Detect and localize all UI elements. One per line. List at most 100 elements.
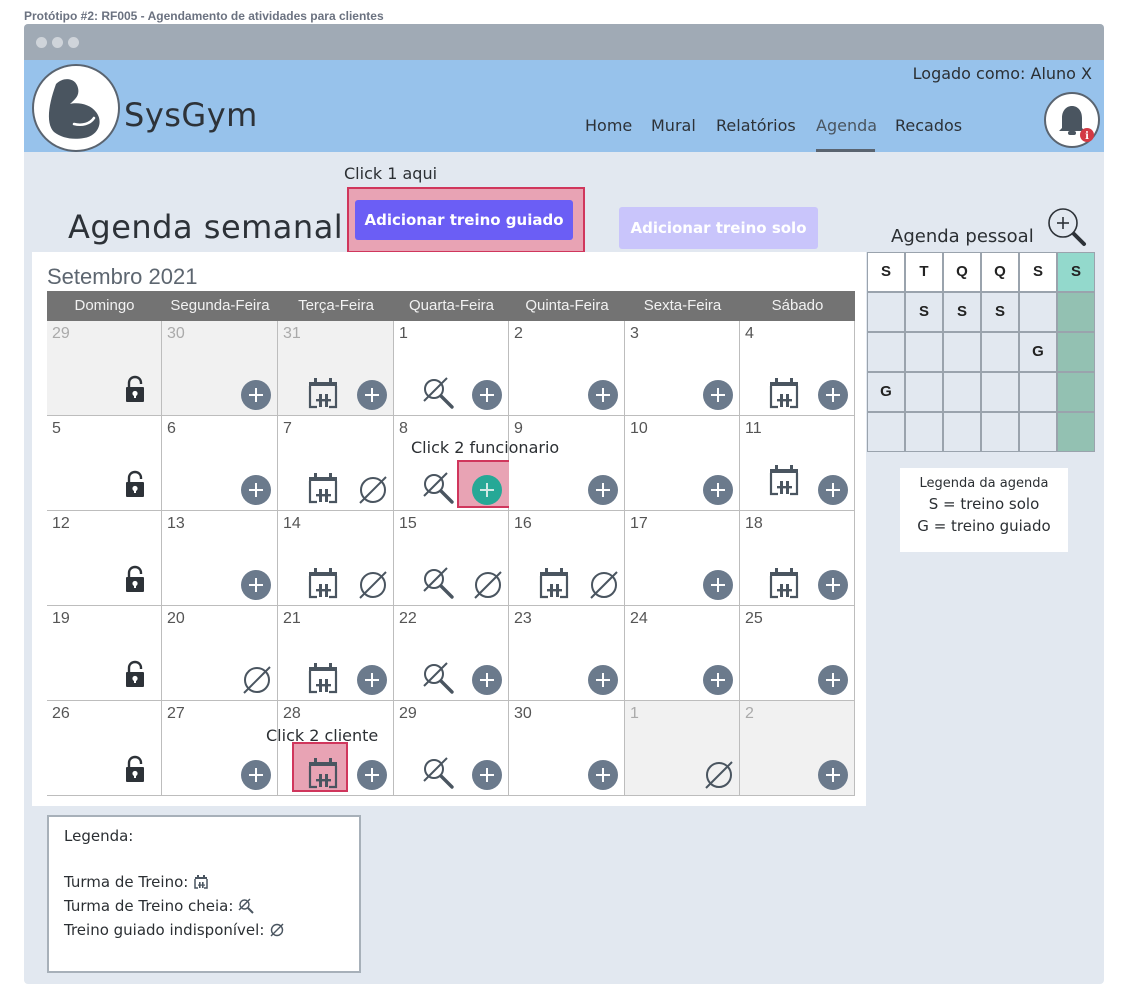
add-icon[interactable] xyxy=(817,664,849,700)
personal-agenda-cell[interactable]: S xyxy=(905,292,943,332)
add-icon[interactable] xyxy=(240,569,272,605)
calendar-barbell-icon[interactable] xyxy=(306,471,340,509)
add-icon[interactable] xyxy=(702,474,734,510)
calendar-day-cell[interactable]: 11 xyxy=(740,416,855,511)
personal-agenda-cell[interactable] xyxy=(1057,292,1095,332)
add-icon[interactable] xyxy=(587,379,619,415)
calendar-barbell-icon[interactable] xyxy=(306,566,340,604)
calendar-day-cell[interactable]: 10 xyxy=(625,416,740,511)
calendar-day-cell[interactable]: 14 xyxy=(278,511,394,606)
personal-agenda-cell[interactable] xyxy=(981,372,1019,412)
add-icon[interactable] xyxy=(702,569,734,605)
calendar-day-cell[interactable]: 15 xyxy=(394,511,509,606)
personal-agenda-cell[interactable] xyxy=(1057,412,1095,452)
personal-agenda-cell[interactable]: S xyxy=(943,292,981,332)
calendar-day-cell[interactable]: 20 xyxy=(162,606,278,701)
window-dot-3[interactable] xyxy=(68,37,79,48)
add-solo-training-button[interactable]: Adicionar treino solo xyxy=(619,207,818,249)
calendar-day-cell[interactable]: 4 xyxy=(740,321,855,416)
personal-agenda-cell[interactable] xyxy=(905,372,943,412)
add-icon[interactable] xyxy=(702,664,734,700)
personal-agenda-cell[interactable] xyxy=(867,332,905,372)
calendar-day-cell[interactable]: 18 xyxy=(740,511,855,606)
add-guided-training-button[interactable]: Adicionar treino guiado xyxy=(355,200,573,240)
add-icon[interactable] xyxy=(240,759,272,795)
calendar-day-cell[interactable]: 1 xyxy=(625,701,740,796)
add-icon[interactable] xyxy=(356,759,388,795)
add-icon[interactable] xyxy=(587,759,619,795)
calendar-day-cell[interactable]: 29 xyxy=(47,321,162,416)
add-icon[interactable] xyxy=(817,759,849,795)
calendar-barbell-icon[interactable] xyxy=(767,376,801,414)
calendar-day-cell[interactable]: 23 xyxy=(509,606,625,701)
add-icon[interactable] xyxy=(817,379,849,415)
add-icon[interactable] xyxy=(471,664,503,700)
calendar-day-cell[interactable]: 31 xyxy=(278,321,394,416)
nav-agenda[interactable]: Agenda xyxy=(816,116,877,135)
calendar-day-cell[interactable]: 5 xyxy=(47,416,162,511)
calendar-day-cell[interactable]: 21 xyxy=(278,606,394,701)
personal-agenda-cell[interactable] xyxy=(867,412,905,452)
calendar-day-cell[interactable]: 30 xyxy=(162,321,278,416)
zoom-in-icon[interactable] xyxy=(1044,204,1090,250)
calendar-day-cell[interactable]: 13 xyxy=(162,511,278,606)
calendar-day-cell[interactable]: 8 xyxy=(394,416,511,511)
calendar-day-cell[interactable]: 30 xyxy=(509,701,625,796)
add-icon[interactable] xyxy=(356,379,388,415)
calendar-day-cell[interactable]: 28 xyxy=(278,701,394,796)
personal-agenda-cell[interactable] xyxy=(1019,412,1057,452)
calendar-day-cell[interactable]: 7 xyxy=(278,416,394,511)
personal-agenda-cell[interactable]: S xyxy=(981,292,1019,332)
calendar-day-cell[interactable]: 3 xyxy=(625,321,740,416)
add-icon[interactable] xyxy=(240,474,272,510)
notifications-button[interactable]: i xyxy=(1044,92,1100,148)
calendar-barbell-icon[interactable] xyxy=(537,566,571,604)
calendar-day-cell[interactable]: 22 xyxy=(394,606,509,701)
personal-agenda-cell[interactable] xyxy=(1057,372,1095,412)
calendar-day-cell[interactable]: 16 xyxy=(509,511,625,606)
add-icon[interactable] xyxy=(356,664,388,700)
personal-agenda-cell[interactable] xyxy=(943,372,981,412)
nav-recados[interactable]: Recados xyxy=(895,116,962,135)
add-icon[interactable] xyxy=(587,664,619,700)
calendar-barbell-icon[interactable] xyxy=(767,566,801,604)
add-icon[interactable] xyxy=(702,379,734,415)
calendar-day-cell[interactable]: 27 xyxy=(162,701,278,796)
personal-agenda-cell[interactable] xyxy=(1019,292,1057,332)
calendar-day-cell[interactable]: 17 xyxy=(625,511,740,606)
personal-agenda-cell[interactable] xyxy=(981,412,1019,452)
personal-agenda-cell[interactable] xyxy=(905,332,943,372)
calendar-day-cell[interactable]: 6 xyxy=(162,416,278,511)
personal-agenda-cell[interactable] xyxy=(1019,372,1057,412)
calendar-day-cell[interactable]: 1 xyxy=(394,321,509,416)
add-icon[interactable] xyxy=(471,474,503,510)
calendar-day-cell[interactable]: 9 xyxy=(509,416,625,511)
add-icon[interactable] xyxy=(471,379,503,415)
personal-agenda-cell[interactable]: G xyxy=(867,372,905,412)
nav-mural[interactable]: Mural xyxy=(651,116,696,135)
calendar-day-cell[interactable]: 29 xyxy=(394,701,509,796)
personal-agenda-cell[interactable] xyxy=(981,332,1019,372)
calendar-day-cell[interactable]: 24 xyxy=(625,606,740,701)
add-icon[interactable] xyxy=(587,474,619,510)
personal-agenda-cell[interactable] xyxy=(943,332,981,372)
calendar-day-cell[interactable]: 2 xyxy=(740,701,855,796)
nav-home[interactable]: Home xyxy=(585,116,632,135)
calendar-barbell-icon[interactable] xyxy=(306,756,340,794)
calendar-day-cell[interactable]: 2 xyxy=(509,321,625,416)
calendar-barbell-icon[interactable] xyxy=(767,463,801,501)
add-icon[interactable] xyxy=(471,759,503,795)
personal-agenda-cell[interactable] xyxy=(867,292,905,332)
calendar-day-cell[interactable]: 12 xyxy=(47,511,162,606)
calendar-barbell-icon[interactable] xyxy=(306,376,340,414)
add-icon[interactable] xyxy=(240,379,272,415)
personal-agenda-cell[interactable] xyxy=(943,412,981,452)
calendar-day-cell[interactable]: 19 xyxy=(47,606,162,701)
window-dot-2[interactable] xyxy=(52,37,63,48)
personal-agenda-cell[interactable]: G xyxy=(1019,332,1057,372)
nav-relatorios[interactable]: Relatórios xyxy=(716,116,796,135)
window-dot-1[interactable] xyxy=(36,37,47,48)
add-icon[interactable] xyxy=(817,474,849,510)
calendar-day-cell[interactable]: 25 xyxy=(740,606,855,701)
personal-agenda-cell[interactable] xyxy=(1057,332,1095,372)
